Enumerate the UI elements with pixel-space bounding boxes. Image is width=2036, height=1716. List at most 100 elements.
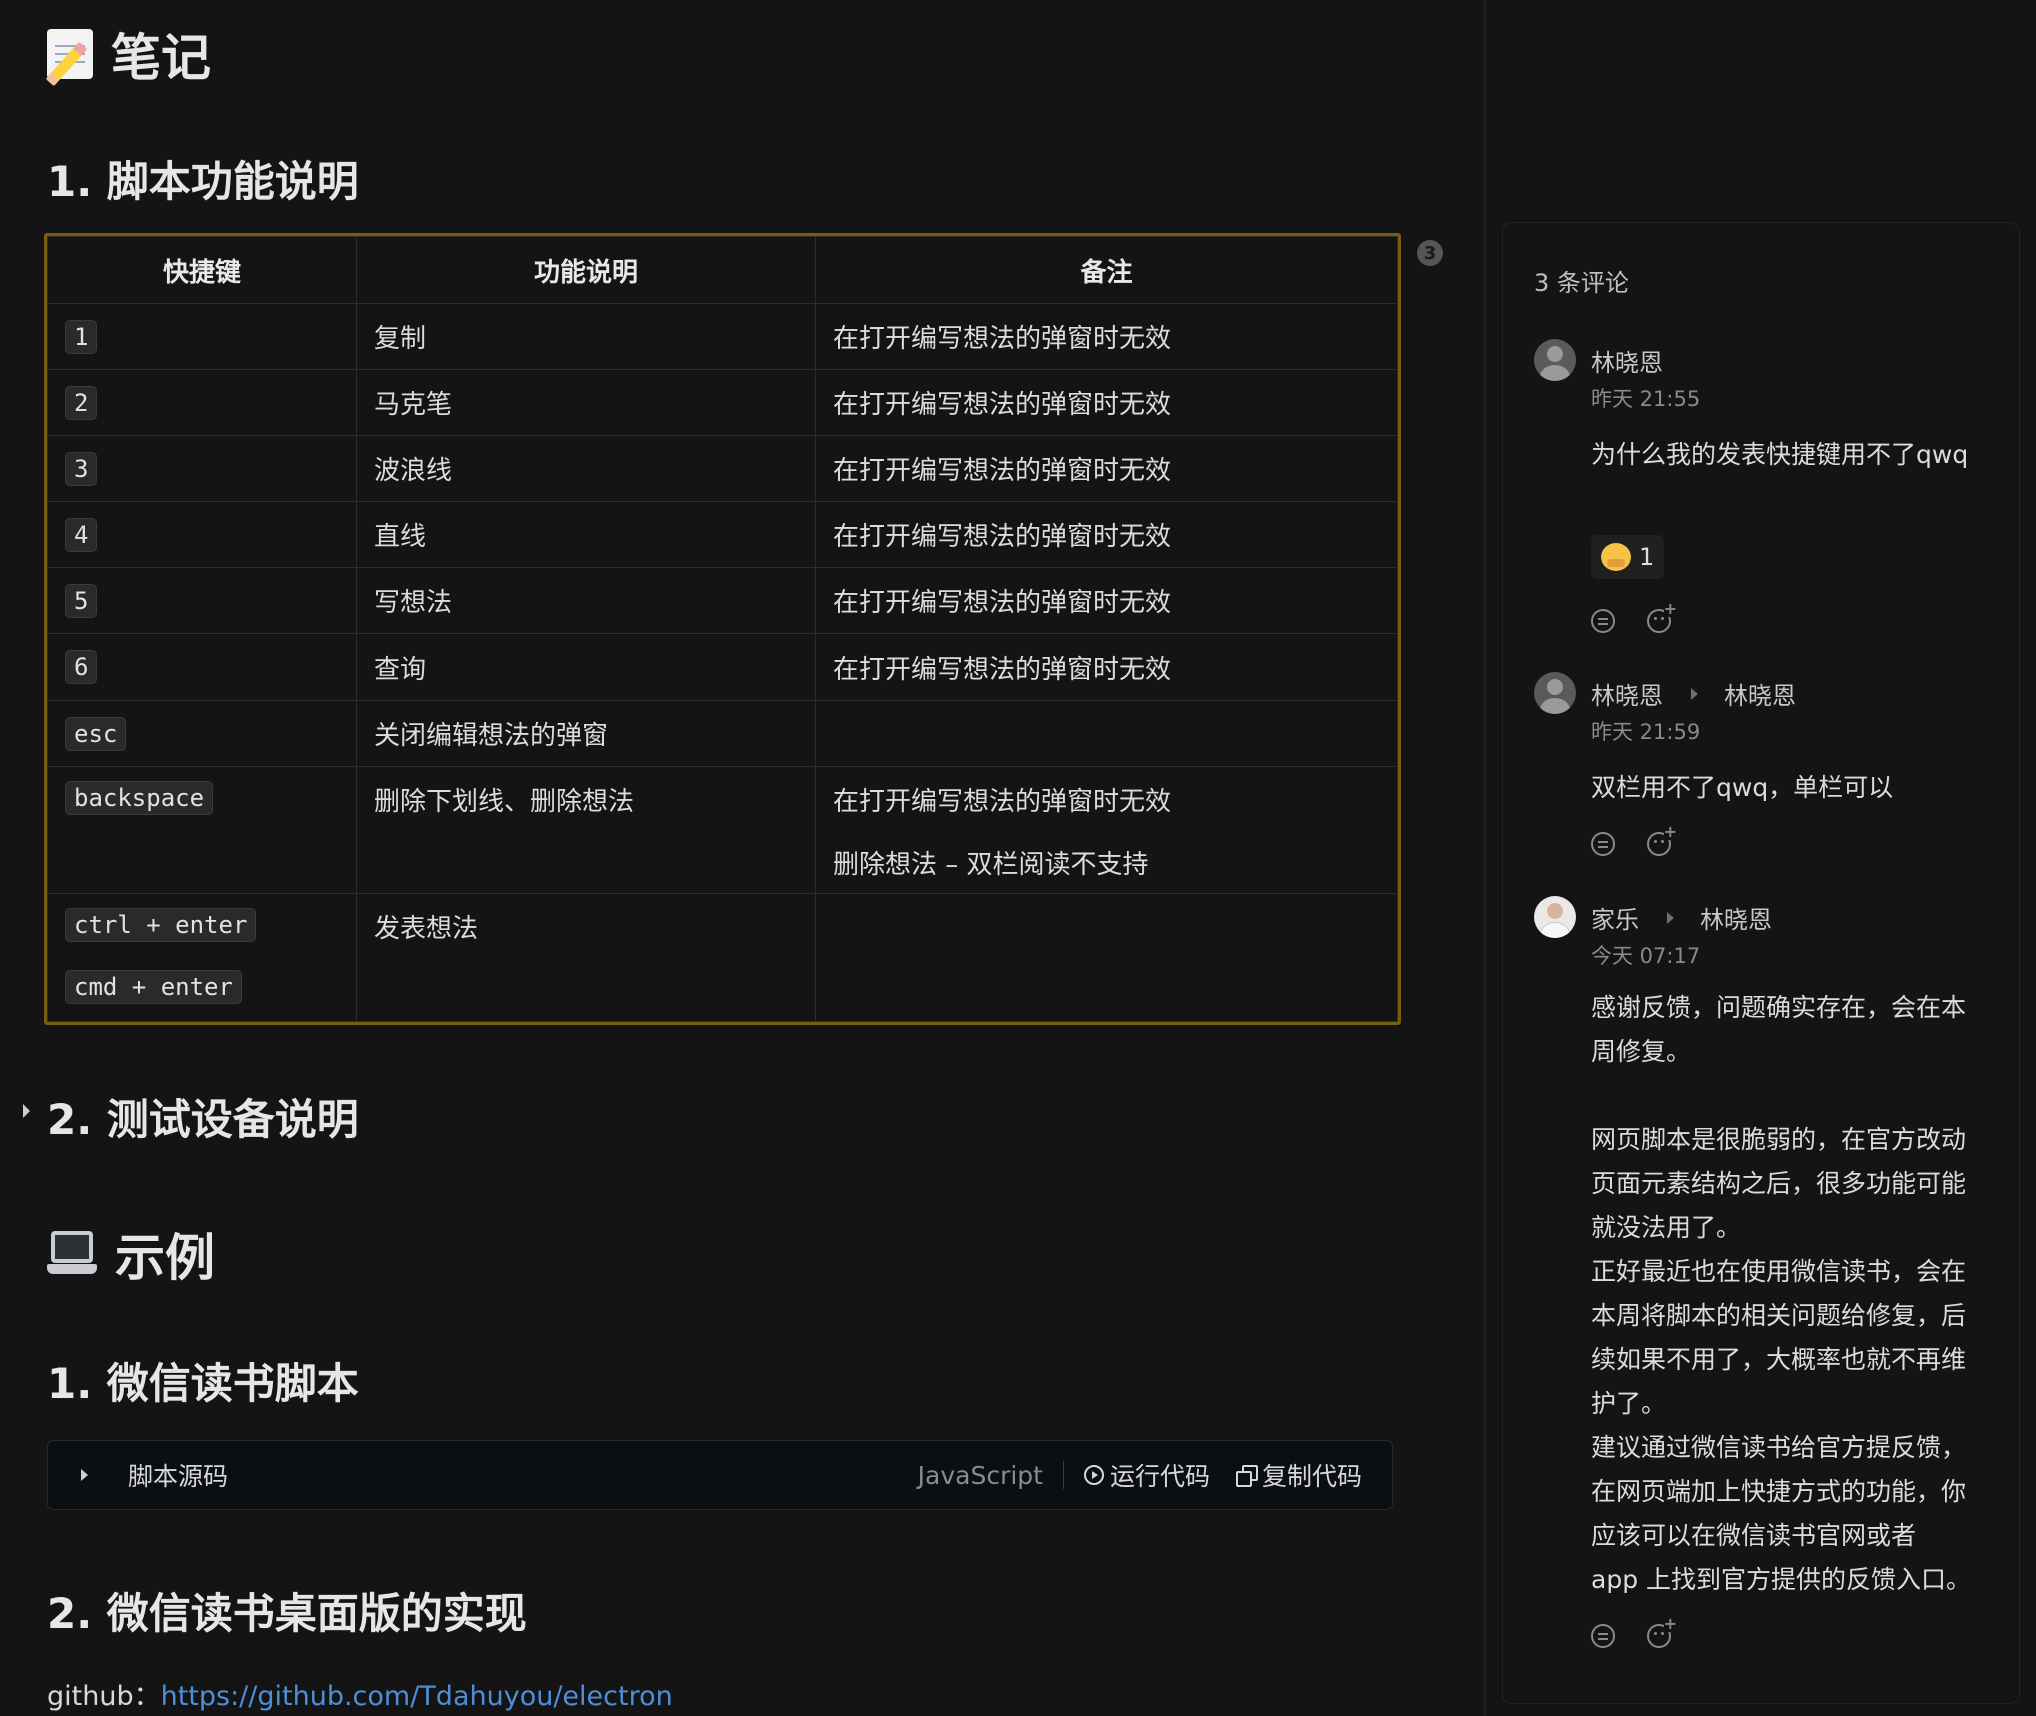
section-heading-test-devices[interactable]: 2. 测试设备说明	[47, 1086, 359, 1147]
examples-heading: 示例	[47, 1218, 215, 1290]
laptop-icon	[47, 1231, 97, 1277]
shortcut-key: cmd + enter	[65, 970, 242, 1004]
code-block-collapsed[interactable]: 脚本源码 JavaScript 运行代码 复制代码	[47, 1440, 1393, 1510]
shortcut-key: backspace	[65, 781, 214, 815]
note-line: 删除想法 – 双栏阅读不支持	[833, 850, 1149, 880]
shortcut-key: 2	[65, 385, 98, 420]
column-header-notes: 备注	[815, 236, 1398, 304]
comment-body: 感谢反馈，问题确实存在，会在本 周修复。 网页脚本是很脆弱的，在官方改动 页面元…	[1591, 993, 1972, 1594]
comment-author[interactable]: 林晓恩	[1591, 676, 1663, 711]
document-area: 笔记 1. 脚本功能说明 快捷键 功能说明 备注 1 复制 在打开编写想法的弹窗…	[0, 0, 1486, 1716]
comment-actions	[1591, 824, 1677, 856]
column-header-shortcut: 快捷键	[47, 236, 357, 304]
shortcut-key: esc	[65, 716, 127, 751]
avatar[interactable]	[1534, 672, 1576, 714]
comment-header: 林晓恩 林晓恩	[1591, 676, 1796, 711]
add-reaction-icon[interactable]	[1647, 824, 1677, 856]
table-row: 3 波浪线 在打开编写想法的弹窗时无效	[47, 435, 1398, 502]
play-icon	[1083, 1465, 1104, 1485]
function-cell: 查询	[356, 633, 816, 701]
comment-header: 家乐 林晓恩	[1591, 900, 1772, 935]
function-cell: 直线	[356, 501, 816, 568]
shortcut-table: 快捷键 功能说明 备注 1 复制 在打开编写想法的弹窗时无效 2 马克笔 在打开…	[44, 233, 1401, 1025]
reply-arrow-icon	[1691, 687, 1698, 700]
notes-heading-text: 笔记	[111, 29, 211, 87]
reply-icon[interactable]	[1591, 1624, 1615, 1648]
comment-actions	[1591, 601, 1677, 633]
table-row: esc 关闭编辑想法的弹窗	[47, 700, 1398, 767]
comment-reply-to[interactable]: 林晓恩	[1700, 900, 1772, 935]
section-heading-script-features: 1. 脚本功能说明	[47, 157, 359, 206]
comment-reply-to[interactable]: 林晓恩	[1724, 676, 1796, 711]
avatar[interactable]	[1534, 339, 1576, 381]
table-row: 2 马克笔 在打开编写想法的弹窗时无效	[47, 369, 1398, 436]
section-heading-desktop-impl: 2. 微信读书桌面版的实现	[47, 1589, 527, 1638]
comments-panel: 3 条评论 林晓恩 昨天 21:55 为什么我的发表快捷键用不了qwq 1 林晓…	[1502, 222, 2020, 1704]
function-cell: 关闭编辑想法的弹窗	[356, 700, 816, 767]
table-header-row: 快捷键 功能说明 备注	[47, 236, 1398, 304]
notes-heading: 笔记	[45, 18, 211, 90]
comment-author[interactable]: 林晓恩	[1591, 343, 1663, 378]
reply-icon[interactable]	[1591, 832, 1615, 856]
divider	[1062, 1461, 1064, 1489]
comment-time: 今天 07:17	[1591, 944, 1701, 968]
note-cell	[815, 700, 1398, 767]
add-reaction-icon[interactable]	[1647, 601, 1677, 633]
run-code-button[interactable]: 运行代码	[1083, 1457, 1210, 1493]
reaction-count: 1	[1639, 543, 1655, 571]
function-cell: 写想法	[356, 567, 816, 634]
note-cell: 在打开编写想法的弹窗时无效	[815, 435, 1398, 502]
hug-emoji-icon	[1601, 543, 1631, 571]
collapse-toggle-icon[interactable]	[23, 1104, 30, 1118]
comments-count: 3 条评论	[1534, 269, 1629, 297]
table-row: ctrl + enter cmd + enter 发表想法	[47, 893, 1398, 1022]
comment-actions	[1591, 1616, 1677, 1648]
comment-count-badge[interactable]: 3	[1417, 240, 1443, 266]
code-language-label: JavaScript	[917, 1460, 1043, 1490]
function-cell: 波浪线	[356, 435, 816, 502]
comment-header: 林晓恩	[1591, 343, 1663, 378]
shortcut-key: 4	[65, 517, 98, 552]
table-row: 1 复制 在打开编写想法的弹窗时无效	[47, 303, 1398, 370]
examples-heading-text: 示例	[115, 1229, 215, 1287]
shortcut-key: 5	[65, 583, 98, 618]
note-cell: 在打开编写想法的弹窗时无效	[815, 501, 1398, 568]
copy-code-label: 复制代码	[1261, 1462, 1362, 1491]
reply-icon[interactable]	[1591, 609, 1615, 633]
shortcut-key: ctrl + enter	[65, 908, 257, 942]
expand-code-icon[interactable]	[81, 1469, 88, 1481]
table-row: 4 直线 在打开编写想法的弹窗时无效	[47, 501, 1398, 568]
table-row: 6 查询 在打开编写想法的弹窗时无效	[47, 633, 1398, 701]
note-line: 在打开编写想法的弹窗时无效	[833, 787, 1172, 817]
shortcut-key: 1	[65, 319, 98, 354]
table-row: backspace 删除下划线、删除想法 在打开编写想法的弹窗时无效 删除想法 …	[47, 766, 1398, 894]
function-cell: 马克笔	[356, 369, 816, 436]
memo-icon	[45, 29, 93, 87]
reply-arrow-icon	[1667, 911, 1674, 924]
comment-body: 双栏用不了qwq，单栏可以	[1591, 773, 1894, 802]
function-cell: 删除下划线、删除想法	[356, 766, 816, 894]
note-cell: 在打开编写想法的弹窗时无效	[815, 633, 1398, 701]
function-cell: 发表想法	[356, 893, 816, 1022]
note-cell: 在打开编写想法的弹窗时无效 删除想法 – 双栏阅读不支持	[815, 766, 1398, 894]
comment-time: 昨天 21:59	[1591, 720, 1701, 744]
github-label: github：	[47, 1681, 161, 1712]
code-block-title[interactable]: 脚本源码	[128, 1457, 228, 1493]
reaction-chip[interactable]: 1	[1591, 535, 1665, 579]
table-row: 5 写想法 在打开编写想法的弹窗时无效	[47, 567, 1398, 634]
comment-time: 昨天 21:55	[1591, 387, 1701, 411]
avatar[interactable]	[1534, 896, 1576, 938]
comment-body: 为什么我的发表快捷键用不了qwq	[1591, 440, 1969, 469]
github-line: github：https://github.com/Tdahuyou/elect…	[47, 1674, 673, 1713]
add-reaction-icon[interactable]	[1647, 1616, 1677, 1648]
copy-icon	[1235, 1465, 1258, 1487]
note-cell	[815, 893, 1398, 1022]
copy-code-button[interactable]: 复制代码	[1235, 1457, 1362, 1493]
column-header-function: 功能说明	[356, 236, 816, 304]
note-cell: 在打开编写想法的弹窗时无效	[815, 567, 1398, 634]
run-code-label: 运行代码	[1109, 1462, 1210, 1491]
function-cell: 复制	[356, 303, 816, 370]
github-link[interactable]: https://github.com/Tdahuyou/electron	[161, 1681, 673, 1712]
note-cell: 在打开编写想法的弹窗时无效	[815, 303, 1398, 370]
comment-author[interactable]: 家乐	[1591, 900, 1639, 935]
